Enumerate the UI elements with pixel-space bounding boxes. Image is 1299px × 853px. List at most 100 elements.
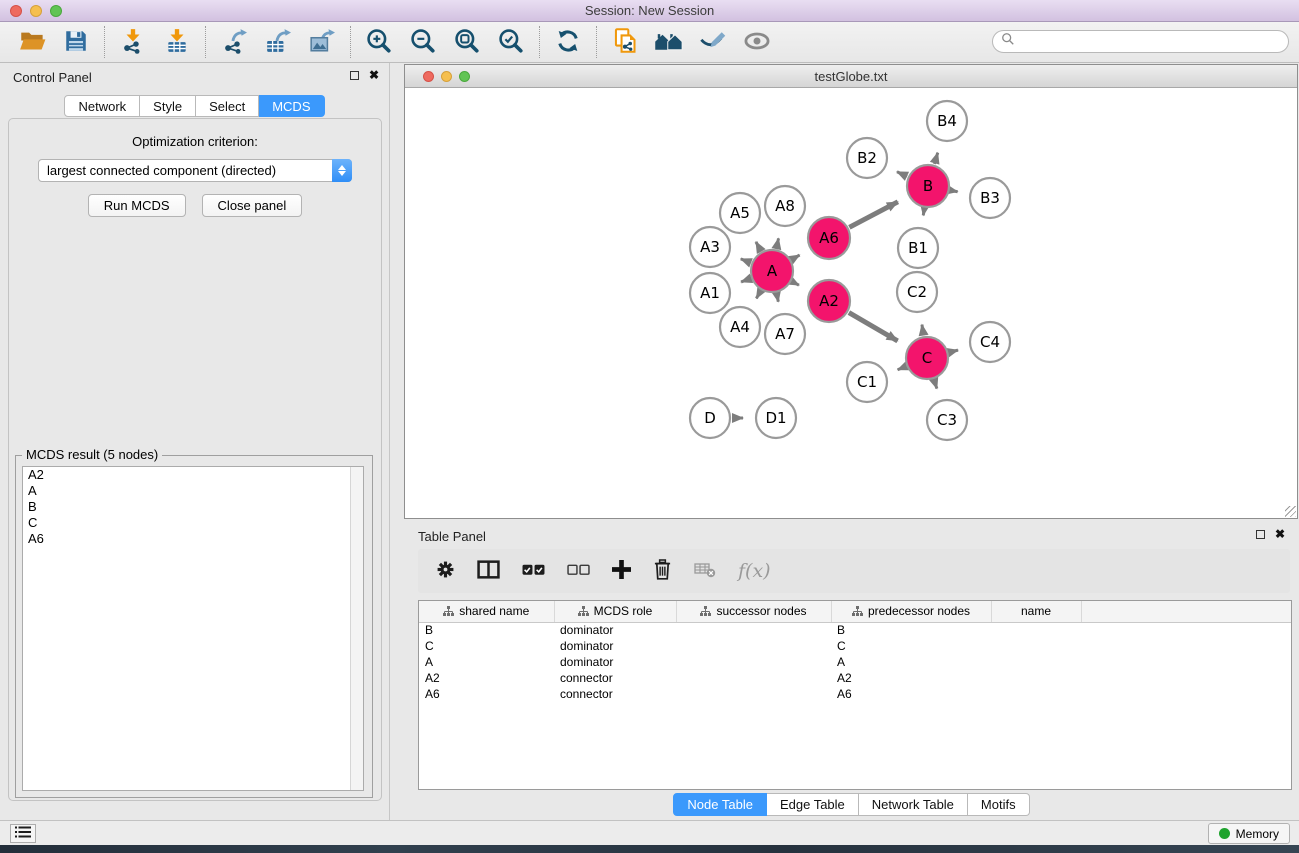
- column-header-MCDS-role[interactable]: MCDS role: [554, 601, 676, 622]
- table-row[interactable]: Cdominator41C: [419, 638, 1291, 654]
- edge-C-C1[interactable]: [898, 367, 906, 370]
- list-item[interactable]: C: [23, 515, 363, 531]
- table-row[interactable]: A6connector11A6: [419, 686, 1291, 702]
- refresh-button[interactable]: [546, 25, 590, 59]
- edge-B-B3[interactable]: [951, 190, 958, 191]
- zoom-selected-button[interactable]: [489, 25, 533, 59]
- mcds-result-list[interactable]: A2ABCA6: [22, 466, 364, 791]
- table-cell[interactable]: A: [419, 654, 554, 670]
- node-A2[interactable]: A2: [808, 280, 850, 322]
- edge-A-A6[interactable]: [792, 255, 800, 259]
- delete-table-button[interactable]: [694, 562, 716, 581]
- node-A7[interactable]: A7: [765, 314, 805, 354]
- memory-button[interactable]: Memory: [1208, 823, 1290, 844]
- node-table[interactable]: shared nameMCDS rolesuccessor nodesprede…: [418, 600, 1292, 790]
- zoom-out-button[interactable]: [401, 25, 445, 59]
- split-view-button[interactable]: [477, 560, 500, 582]
- node-A[interactable]: A: [751, 250, 793, 292]
- node-B3[interactable]: B3: [970, 178, 1010, 218]
- table-cell[interactable]: B: [419, 622, 554, 638]
- edge-B-B2[interactable]: [897, 172, 907, 177]
- deselect-all-button[interactable]: [567, 564, 590, 579]
- node-A6[interactable]: A6: [808, 217, 850, 259]
- node-D1[interactable]: D1: [756, 398, 796, 438]
- column-header-name[interactable]: name: [991, 601, 1081, 622]
- result-list-scrollbar[interactable]: [350, 467, 363, 790]
- table-cell[interactable]: dominator: [554, 654, 676, 670]
- column-header-shared-name[interactable]: shared name: [419, 601, 554, 622]
- table-cell[interactable]: A2: [419, 670, 554, 686]
- table-cell[interactable]: B: [831, 622, 991, 638]
- open-session-button[interactable]: [10, 25, 54, 59]
- tab-node-table[interactable]: Node Table: [673, 793, 767, 816]
- tab-network-table[interactable]: Network Table: [859, 793, 968, 816]
- edge-A-A7[interactable]: [777, 294, 779, 302]
- edge-C-C4[interactable]: [949, 350, 958, 352]
- edge-A-A1[interactable]: [741, 279, 750, 282]
- column-header-successor-nodes[interactable]: successor nodes: [676, 601, 831, 622]
- edge-C-C3[interactable]: [934, 380, 937, 389]
- node-C1[interactable]: C1: [847, 362, 887, 402]
- save-session-button[interactable]: [54, 25, 98, 59]
- table-cell[interactable]: connector: [554, 670, 676, 686]
- criterion-dropdown[interactable]: largest connected component (directed): [38, 159, 352, 182]
- edge-B-B4[interactable]: [934, 153, 937, 164]
- select-all-button[interactable]: [522, 564, 545, 579]
- zoom-fit-button[interactable]: [445, 25, 489, 59]
- list-item[interactable]: A2: [23, 467, 363, 483]
- export-network-button[interactable]: [212, 25, 256, 59]
- import-table-button[interactable]: [155, 25, 199, 59]
- tab-network[interactable]: Network: [64, 95, 140, 117]
- export-table-button[interactable]: [256, 25, 300, 59]
- toolbar-search[interactable]: [992, 30, 1289, 53]
- edge-A6-B[interactable]: [849, 202, 898, 227]
- window-resize-grip[interactable]: [1285, 506, 1296, 517]
- node-C4[interactable]: C4: [970, 322, 1010, 362]
- node-A5[interactable]: A5: [720, 193, 760, 233]
- tab-motifs[interactable]: Motifs: [968, 793, 1030, 816]
- edge-A-A2[interactable]: [792, 282, 799, 285]
- tab-edge-table[interactable]: Edge Table: [767, 793, 859, 816]
- close-panel-icon[interactable]: ✖: [369, 70, 379, 80]
- houses-button[interactable]: [647, 25, 691, 59]
- table-cell[interactable]: dominator: [554, 638, 676, 654]
- table-row[interactable]: Bdominator41B: [419, 622, 1291, 638]
- node-A1[interactable]: A1: [690, 273, 730, 313]
- show-graphics-details-button[interactable]: [735, 25, 779, 59]
- table-cell[interactable]: C: [419, 638, 554, 654]
- table-cell[interactable]: A6: [831, 686, 991, 702]
- float-panel-icon[interactable]: [350, 71, 359, 80]
- float-panel-icon[interactable]: [1256, 530, 1265, 539]
- node-A4[interactable]: A4: [720, 307, 760, 347]
- close-panel-icon[interactable]: ✖: [1275, 529, 1285, 539]
- node-C2[interactable]: C2: [897, 272, 937, 312]
- list-item[interactable]: B: [23, 499, 363, 515]
- node-A8[interactable]: A8: [765, 186, 805, 226]
- hide-graphics-details-button[interactable]: [691, 25, 735, 59]
- node-B2[interactable]: B2: [847, 138, 887, 178]
- edge-A-A5[interactable]: [756, 242, 761, 251]
- delete-column-button[interactable]: [653, 559, 672, 583]
- tab-select[interactable]: Select: [196, 95, 259, 117]
- close-panel-button[interactable]: Close panel: [202, 194, 303, 217]
- network-canvas[interactable]: B4B2BB3A8A5A6B1A3AC2A1A2A4A7C4CC1C3DD1: [405, 88, 1297, 518]
- node-B1[interactable]: B1: [898, 228, 938, 268]
- tab-style[interactable]: Style: [140, 95, 196, 117]
- column-header-predecessor-nodes[interactable]: predecessor nodes: [831, 601, 991, 622]
- duplicate-network-button[interactable]: [603, 25, 647, 59]
- table-cell[interactable]: connector: [554, 686, 676, 702]
- node-B4[interactable]: B4: [927, 101, 967, 141]
- node-C[interactable]: C: [906, 337, 948, 379]
- node-C3[interactable]: C3: [927, 400, 967, 440]
- table-cell[interactable]: 1: [823, 664, 1292, 680]
- search-input[interactable]: [1015, 35, 1265, 49]
- edge-A-A4[interactable]: [756, 291, 760, 298]
- list-item[interactable]: A6: [23, 531, 363, 547]
- edge-A-A8[interactable]: [777, 238, 779, 248]
- edge-B-B1[interactable]: [923, 209, 924, 216]
- table-cell[interactable]: C: [831, 638, 991, 654]
- edge-C-C2[interactable]: [922, 325, 924, 336]
- node-D[interactable]: D: [690, 398, 730, 438]
- edge-A-A3[interactable]: [741, 259, 751, 263]
- export-image-button[interactable]: [300, 25, 344, 59]
